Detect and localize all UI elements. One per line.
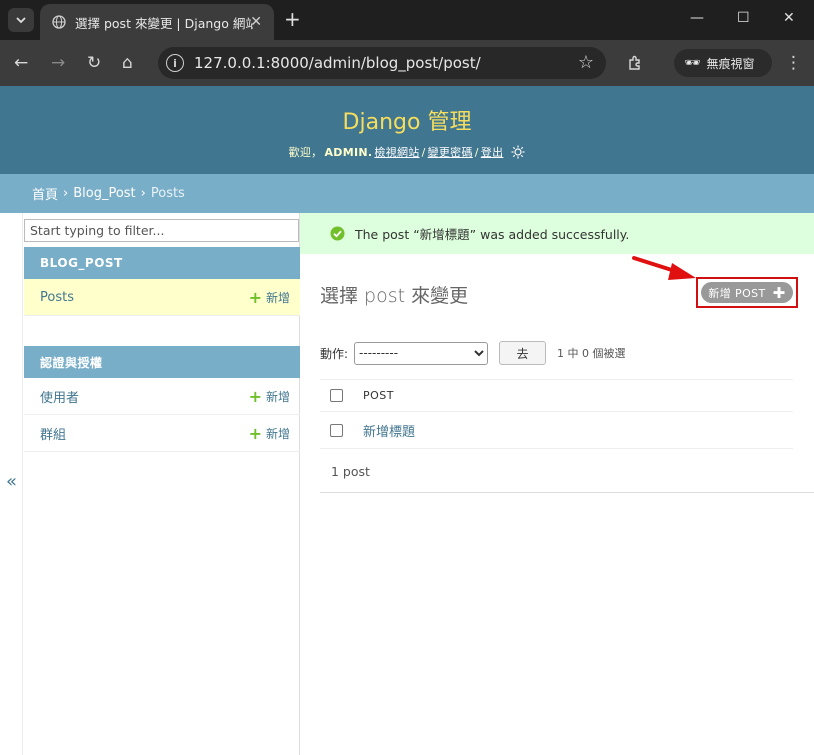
separator: / bbox=[421, 145, 426, 159]
plus-icon: + bbox=[248, 423, 262, 443]
model-link-users[interactable]: 使用者 bbox=[40, 387, 79, 406]
breadcrumb: 首頁 › Blog_Post › Posts bbox=[0, 174, 814, 213]
nav-sidebar: BLOG_POST Posts +新增 認證與授權 使用者 +新增 群組 +新增 bbox=[23, 213, 300, 755]
bookmark-star-icon[interactable]: ☆ bbox=[578, 52, 594, 73]
breadcrumb-home[interactable]: 首頁 bbox=[32, 184, 58, 203]
page-title: 選擇 post 來變更 bbox=[320, 285, 469, 307]
browser-toolbar: ← → ↻ ⌂ i 127.0.0.1:8000/admin/blog_post… bbox=[0, 40, 814, 86]
tab-title: 選擇 post 來變更 | Django 網站管理 bbox=[75, 15, 253, 31]
check-circle-icon bbox=[330, 226, 345, 241]
breadcrumb-separator: › bbox=[63, 186, 69, 201]
nav-filter-input[interactable] bbox=[24, 219, 299, 242]
site-info-icon[interactable]: i bbox=[166, 54, 184, 72]
url-text: 127.0.0.1:8000/admin/blog_post/post/ bbox=[194, 54, 481, 72]
sidebar-item-posts[interactable]: Posts + 新增 bbox=[24, 279, 300, 316]
view-site-link[interactable]: 檢視網站 bbox=[374, 144, 419, 160]
column-header-post[interactable]: POST bbox=[363, 389, 394, 402]
theme-toggle-sun-icon[interactable] bbox=[511, 145, 525, 159]
maximize-icon[interactable]: ☐ bbox=[737, 10, 750, 26]
user-tools: 歡迎， ADMIN. 檢視網站 / 變更密碼 / 登出 bbox=[0, 144, 814, 160]
browser-tab-strip: 選擇 post 來變更 | Django 網站管理 ✕ + — ☐ ✕ bbox=[0, 0, 814, 40]
username: ADMIN. bbox=[324, 145, 373, 159]
action-counter: 1 中 0 個被選 bbox=[557, 347, 626, 360]
new-tab-button[interactable]: + bbox=[284, 9, 301, 29]
plus-icon: ✚ bbox=[772, 283, 786, 302]
app-caption-auth[interactable]: 認證與授權 bbox=[24, 346, 300, 378]
collapse-sidebar-icon: « bbox=[6, 471, 18, 492]
minimize-icon[interactable]: — bbox=[690, 10, 704, 26]
incognito-label: 無痕視窗 bbox=[706, 56, 755, 71]
add-user-link[interactable]: + 新增 bbox=[249, 387, 290, 406]
browser-tab[interactable]: 選擇 post 來變更 | Django 網站管理 ✕ bbox=[40, 4, 274, 40]
paginator: 1 post bbox=[320, 450, 814, 493]
home-icon[interactable]: ⌂ bbox=[122, 53, 133, 73]
extensions-puzzle-icon[interactable] bbox=[627, 54, 645, 72]
actions-bar: 動作: --------- 去 1 中 0 個被選 bbox=[320, 340, 800, 366]
model-link-posts[interactable]: Posts bbox=[40, 290, 74, 305]
table-header: POST bbox=[320, 379, 793, 412]
sidebar-item-users[interactable]: 使用者 + 新增 bbox=[24, 378, 300, 415]
chevron-down-icon bbox=[16, 17, 26, 24]
globe-icon bbox=[52, 15, 66, 29]
result-list: POST 新增標題 bbox=[320, 379, 793, 449]
close-window-icon[interactable]: ✕ bbox=[783, 10, 795, 26]
actions-label: 動作: bbox=[320, 346, 349, 361]
forward-arrow-icon[interactable]: → bbox=[51, 53, 65, 73]
add-label: 新增 bbox=[265, 426, 290, 441]
tab-search-button[interactable] bbox=[8, 8, 34, 32]
add-group-link[interactable]: + 新增 bbox=[249, 424, 290, 443]
change-password-link[interactable]: 變更密碼 bbox=[428, 144, 473, 160]
success-message-text: The post “新增標題” was added successfully. bbox=[355, 227, 630, 242]
annotation-arrow-icon bbox=[632, 256, 696, 280]
select-all-checkbox[interactable] bbox=[330, 389, 343, 402]
add-label: 新增 bbox=[265, 290, 290, 305]
breadcrumb-app[interactable]: Blog_Post bbox=[73, 186, 135, 201]
add-label: 新增 bbox=[265, 389, 290, 404]
incognito-icon: 🕶 bbox=[684, 55, 701, 71]
plus-icon: + bbox=[248, 386, 262, 406]
more-menu-icon[interactable]: ⋮ bbox=[785, 53, 802, 73]
incognito-indicator[interactable]: 🕶 無痕視窗 bbox=[674, 49, 772, 77]
action-select[interactable]: --------- bbox=[354, 341, 489, 365]
breadcrumb-current: Posts bbox=[150, 186, 185, 201]
table-row: 新增標題 bbox=[320, 412, 793, 449]
row-link[interactable]: 新增標題 bbox=[363, 421, 415, 440]
logout-link[interactable]: 登出 bbox=[481, 144, 504, 160]
site-name[interactable]: Django 管理 bbox=[0, 86, 814, 136]
breadcrumb-separator: › bbox=[140, 186, 146, 201]
close-tab-icon[interactable]: ✕ bbox=[250, 14, 262, 30]
reload-icon[interactable]: ↻ bbox=[87, 53, 101, 73]
admin-header: Django 管理 歡迎， ADMIN. 檢視網站 / 變更密碼 / 登出 bbox=[0, 86, 814, 174]
go-button[interactable]: 去 bbox=[499, 341, 547, 365]
separator: / bbox=[474, 145, 479, 159]
add-post-button[interactable]: 新增 POST ✚ bbox=[696, 277, 798, 308]
add-post-label: 新增 POST bbox=[708, 286, 766, 300]
address-bar[interactable]: i 127.0.0.1:8000/admin/blog_post/post/ ☆ bbox=[158, 47, 606, 79]
plus-icon: + bbox=[248, 287, 262, 307]
row-checkbox[interactable] bbox=[330, 423, 343, 437]
add-post-pill[interactable]: 新增 POST ✚ bbox=[701, 282, 793, 303]
app-caption-blog-post[interactable]: BLOG_POST bbox=[24, 247, 300, 279]
add-post-link[interactable]: + 新增 bbox=[249, 288, 290, 307]
sidebar-toggle[interactable]: « bbox=[0, 213, 23, 755]
welcome-text: 歡迎， bbox=[288, 146, 323, 159]
success-message: The post “新增標題” was added successfully. bbox=[300, 213, 814, 254]
back-arrow-icon[interactable]: ← bbox=[14, 53, 28, 73]
sidebar-item-groups[interactable]: 群組 + 新增 bbox=[24, 415, 300, 452]
model-link-groups[interactable]: 群組 bbox=[40, 424, 66, 443]
